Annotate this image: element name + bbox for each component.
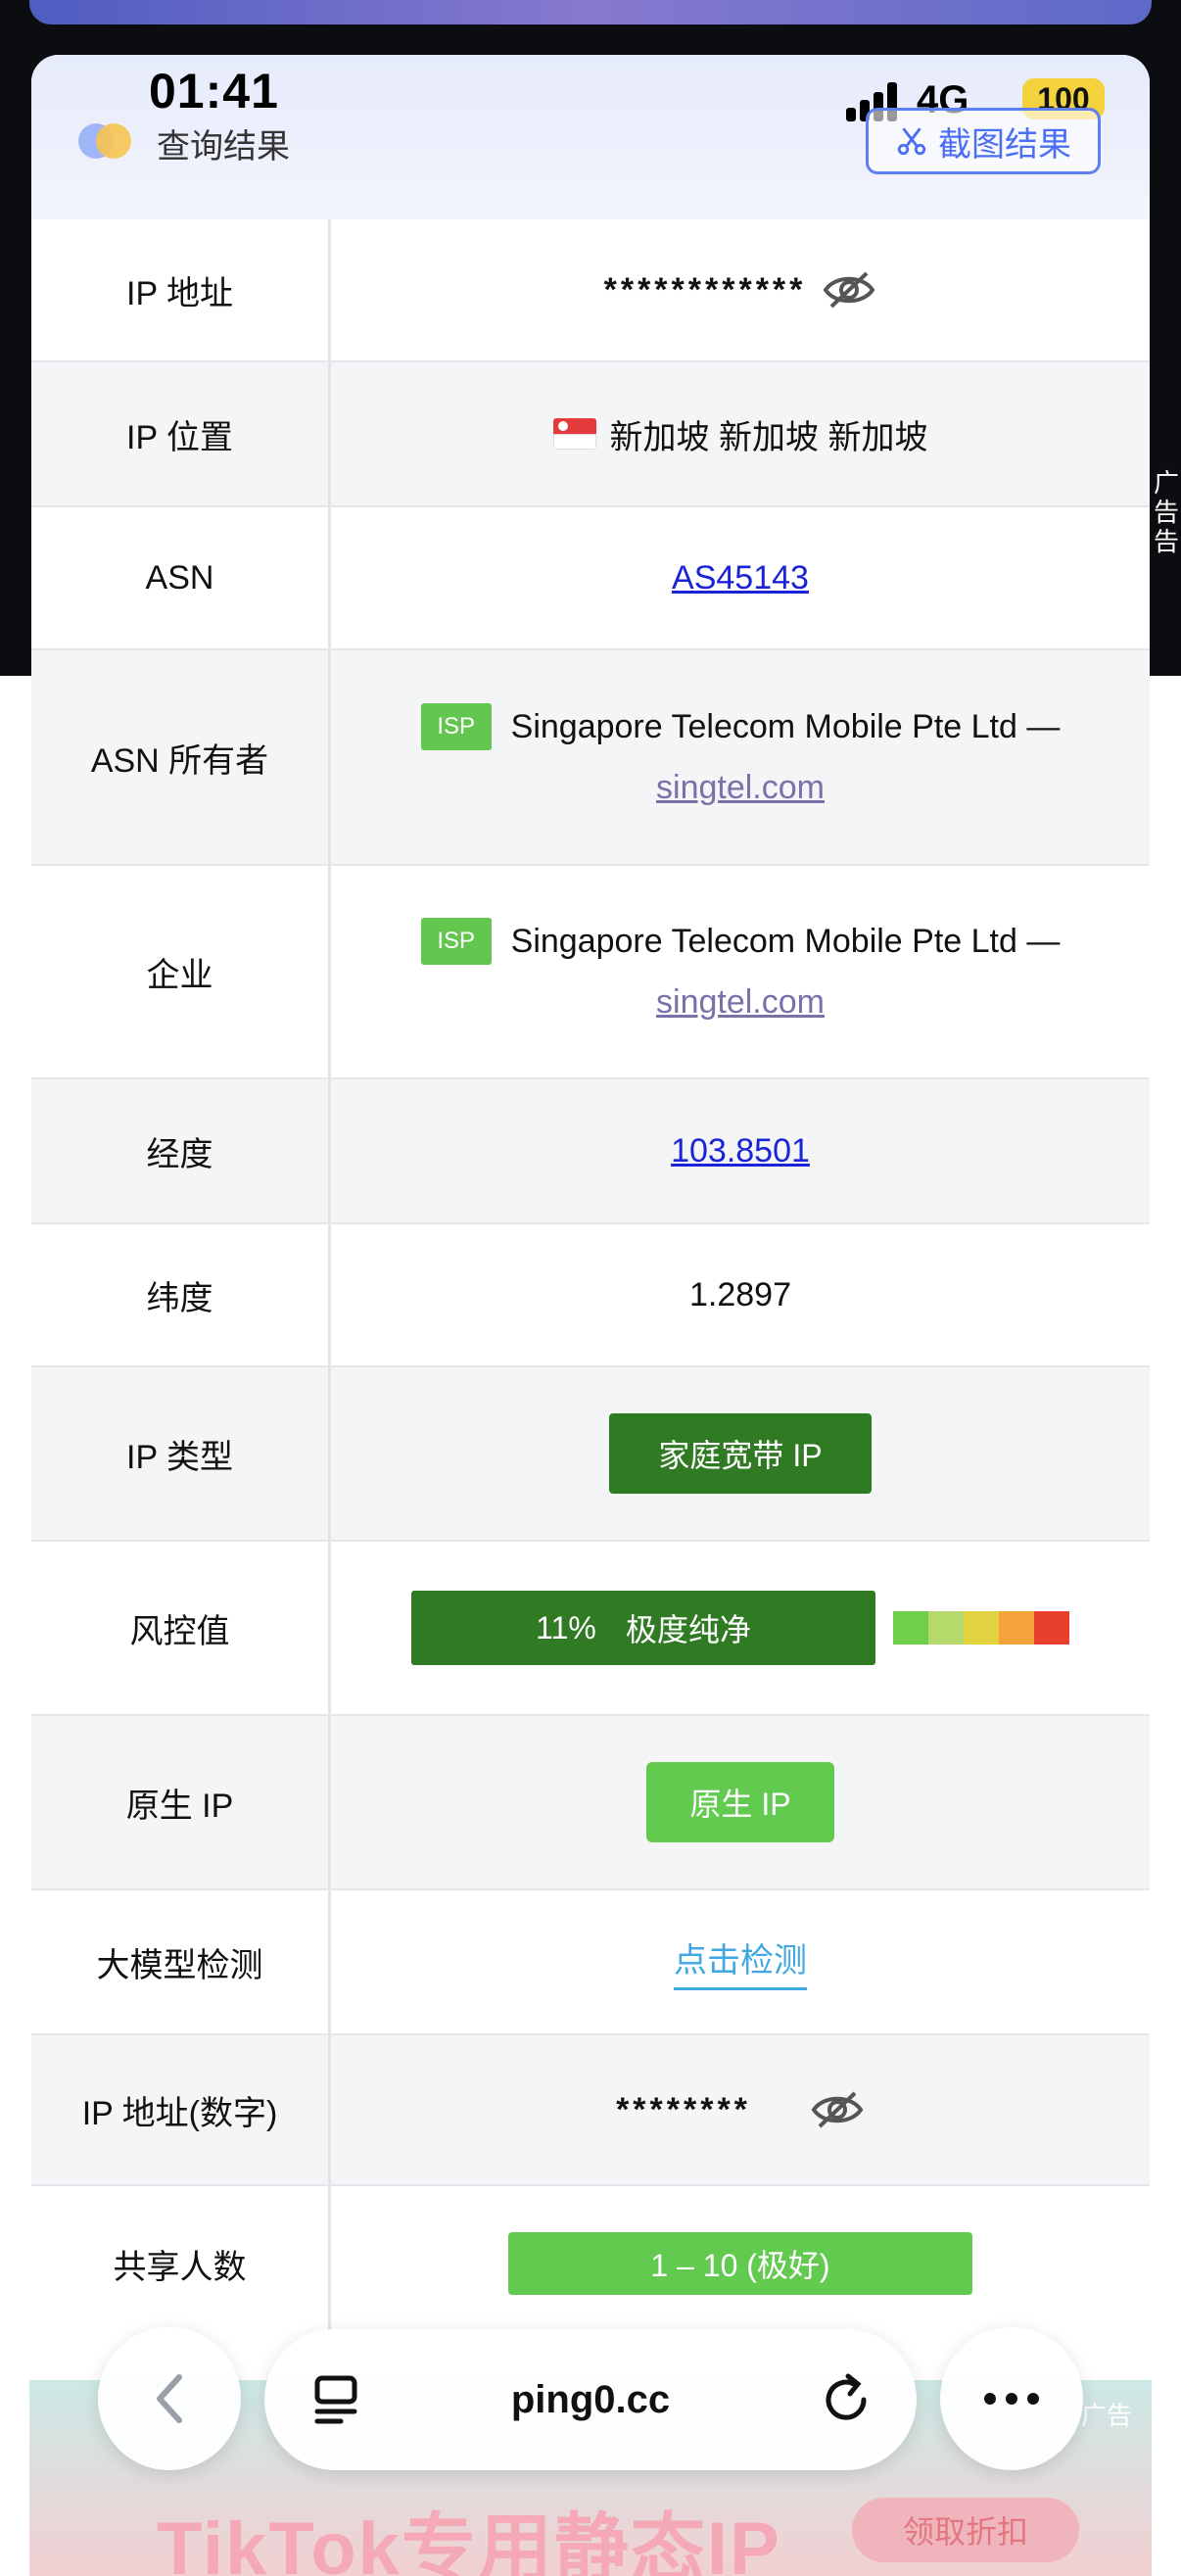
address-bar[interactable]: ping0.cc (264, 2329, 917, 2470)
app-logo-icon (78, 123, 131, 159)
table-row: 大模型检测 点击检测 (31, 1890, 1150, 2035)
row-value: 点击检测 (331, 1890, 1150, 2033)
row-value: 11% 极度纯净 (331, 1542, 1150, 1714)
row-label: IP 类型 (31, 1367, 331, 1540)
ip-masked: ************ (603, 270, 807, 309)
screenshot-button-label: 截图结果 (938, 125, 1071, 164)
ad-cta-button[interactable]: 领取折扣 (852, 2498, 1079, 2562)
row-label: ASN 所有者 (31, 650, 331, 864)
scale-segment (999, 1611, 1034, 1645)
table-row: 纬度 1.2897 (31, 1224, 1150, 1367)
owner-name: Singapore Telecom Mobile Pte Ltd — (510, 708, 1061, 745)
table-row: IP 位置 新加坡 新加坡 新加坡 (31, 362, 1150, 507)
chevron-left-icon (157, 2374, 182, 2423)
latitude-value: 1.2897 (689, 1275, 791, 1313)
table-row: ASN 所有者 ISP Singapore Telecom Mobile Pte… (31, 650, 1150, 866)
scale-segment (1034, 1611, 1069, 1645)
risk-score-bar: 11% 极度纯净 (411, 1591, 875, 1665)
table-row: ASN AS45143 (31, 507, 1150, 650)
location-text: 新加坡 新加坡 新加坡 (609, 418, 928, 456)
table-row: 共享人数 1 – 10 (极好) (31, 2186, 1150, 2337)
ad-headline: TikTok专用静态IP (157, 2507, 781, 2576)
table-row: 原生 IP 原生 IP (31, 1716, 1150, 1890)
eye-off-icon[interactable] (822, 267, 876, 312)
risk-percent: 11% (536, 1609, 596, 1646)
singapore-flag-icon (552, 418, 596, 450)
back-button[interactable] (98, 2327, 241, 2470)
ip-type-badge: 家庭宽带 IP (609, 1413, 872, 1494)
table-row: IP 类型 家庭宽带 IP (31, 1367, 1150, 1542)
row-value: 新加坡 新加坡 新加坡 (331, 362, 1150, 505)
card-header: 01:41 4G 100 查询结果 截图结果 (31, 55, 1150, 219)
detect-link[interactable]: 点击检测 (674, 1933, 807, 1990)
row-value: ************ (331, 219, 1150, 360)
row-value: 家庭宽带 IP (331, 1367, 1150, 1540)
enterprise-name: Singapore Telecom Mobile Pte Ltd — (510, 923, 1061, 960)
row-value: ******** (331, 2035, 1150, 2184)
row-value: 原生 IP (331, 1716, 1150, 1888)
row-value: ISP Singapore Telecom Mobile Pte Ltd — s… (331, 650, 1150, 864)
scale-segment (893, 1611, 928, 1645)
row-value: AS45143 (331, 507, 1150, 648)
screenshot-button[interactable]: 截图结果 (866, 108, 1101, 174)
risk-level: 极度纯净 (625, 1612, 751, 1647)
row-value: 103.8501 (331, 1079, 1150, 1222)
isp-badge: ISP (420, 918, 492, 965)
result-card: 01:41 4G 100 查询结果 截图结果 IP 地址 ***********… (31, 55, 1150, 2337)
asn-link[interactable]: AS45143 (672, 559, 809, 597)
more-dots-icon (984, 2393, 1039, 2405)
reload-icon[interactable] (819, 2372, 874, 2427)
row-label: IP 地址 (31, 219, 331, 360)
scale-segment (928, 1611, 964, 1645)
longitude-link[interactable]: 103.8501 (671, 1132, 810, 1170)
table-row: 风控值 11% 极度纯净 (31, 1542, 1150, 1716)
table-row: 企业 ISP Singapore Telecom Mobile Pte Ltd … (31, 866, 1150, 1079)
row-label: 共享人数 (31, 2186, 331, 2337)
scissors-icon (897, 127, 926, 156)
row-label: IP 地址(数字) (31, 2035, 331, 2184)
top-banner-edge (29, 0, 1152, 24)
row-label: 企业 (31, 866, 331, 1077)
scale-segment (964, 1611, 999, 1645)
row-label: 风控值 (31, 1542, 331, 1714)
row-label: 纬度 (31, 1224, 331, 1365)
table-row: 经度 103.8501 (31, 1079, 1150, 1224)
table-row: IP 地址 ************ (31, 219, 1150, 362)
row-value: 1.2897 (331, 1224, 1150, 1365)
table-row: IP 地址(数字) ******** (31, 2035, 1150, 2186)
risk-scale (893, 1611, 1069, 1645)
row-label: ASN (31, 507, 331, 648)
row-label: IP 位置 (31, 362, 331, 505)
side-ad-label[interactable]: 广告告 (1154, 468, 1179, 556)
shared-users-badge: 1 – 10 (极好) (508, 2232, 972, 2295)
row-label: 大模型检测 (31, 1890, 331, 2033)
status-time: 01:41 (149, 64, 279, 119)
more-button[interactable] (940, 2327, 1083, 2470)
row-label: 经度 (31, 1079, 331, 1222)
row-value: ISP Singapore Telecom Mobile Pte Ltd — s… (331, 866, 1150, 1077)
native-ip-badge: 原生 IP (646, 1762, 834, 1842)
ip-numeric-masked: ******** (616, 2090, 751, 2128)
eye-off-icon[interactable] (810, 2087, 865, 2132)
ad-label: 广告 (1080, 2401, 1132, 2430)
row-label: 原生 IP (31, 1716, 331, 1888)
isp-badge: ISP (420, 703, 492, 750)
card-title: 查询结果 (157, 128, 290, 166)
row-value: 1 – 10 (极好) (331, 2186, 1150, 2337)
enterprise-domain-link[interactable]: singtel.com (656, 983, 825, 1021)
owner-domain-link[interactable]: singtel.com (656, 769, 825, 806)
